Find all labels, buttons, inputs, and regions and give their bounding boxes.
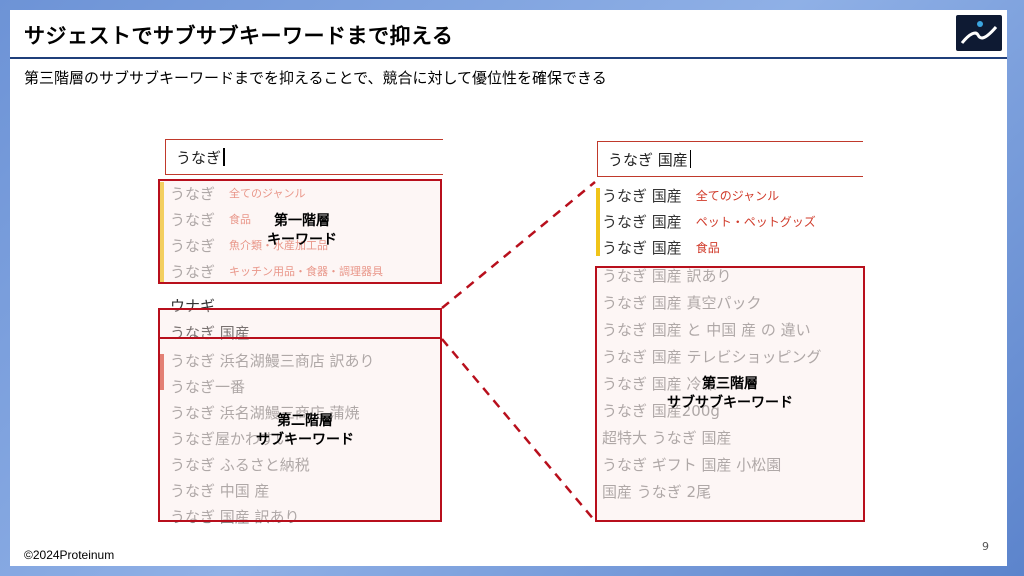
connector-line-top [441, 181, 596, 309]
connector-lines [441, 181, 596, 522]
slide: サジェストでサブサブキーワードまで抑える 第三階層のサブサブキーワードまでを抑え… [10, 10, 1007, 566]
connector-line-bottom [441, 338, 596, 522]
page-number: 9 [982, 540, 989, 553]
copyright: ©2024Proteinum [24, 548, 115, 562]
